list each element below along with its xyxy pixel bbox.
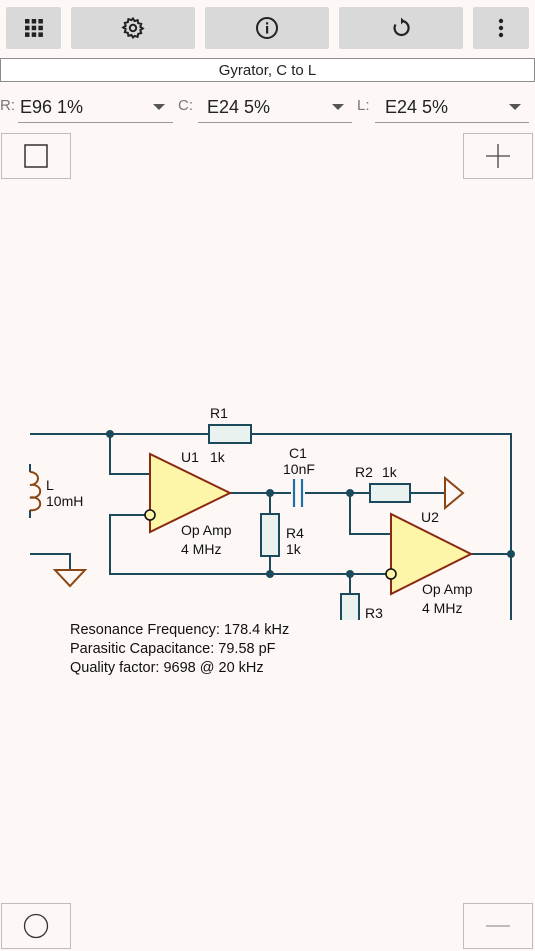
minus-icon: [486, 925, 510, 927]
chevron-down-icon: [332, 104, 344, 110]
capacitor-c1[interactable]: [292, 479, 304, 507]
c1-value: 10nF: [283, 461, 315, 477]
circuit-schematic: R1 1k U1 C1 10nF R2 1k U2 L 10mH Op Amp …: [29, 405, 515, 620]
inductor-series-label: L:: [357, 97, 370, 114]
circle-icon: [23, 913, 49, 939]
resistors: [208, 424, 411, 620]
r4-value: 1k: [286, 541, 302, 557]
inverting-input-marker: [144, 509, 156, 521]
resistor-r4[interactable]: [260, 513, 280, 557]
capacitor-series-label: C:: [178, 97, 193, 114]
resistor-series-dropdown[interactable]: E96 1%: [18, 90, 173, 123]
tolerance-selectors: R: E96 1% C: E24 5% L: E24 5%: [0, 86, 535, 126]
resistor-r2[interactable]: [369, 483, 411, 503]
l-value: 10mH: [46, 493, 83, 509]
resistor-series-value: E96 1%: [20, 97, 84, 117]
plus-icon: [486, 144, 510, 168]
capacitor-series-value: E24 5%: [207, 97, 271, 117]
r1-value: 1k: [210, 449, 226, 465]
opamp-u1[interactable]: [149, 452, 233, 534]
grid-menu-button[interactable]: [6, 7, 61, 49]
refresh-icon: [393, 17, 410, 37]
r2-value: 1k: [382, 464, 398, 480]
u2-type: Op Amp: [422, 581, 473, 597]
circuit-title: Gyrator, C to L: [0, 58, 535, 82]
grid-icon: [24, 19, 43, 37]
u2-speed: 4 MHz: [422, 600, 462, 616]
info-icon: [256, 17, 278, 39]
l-name: L: [46, 477, 54, 493]
r4-name: R4: [286, 525, 304, 541]
inductor-series-dropdown[interactable]: E24 5%: [375, 90, 529, 123]
ground-symbol: [52, 569, 88, 588]
toolbar: [0, 0, 535, 56]
quality-factor-text: Quality factor: 9698 @ 20 kHz: [70, 660, 264, 676]
resistor-r3[interactable]: [340, 593, 360, 620]
info-button[interactable]: [205, 7, 329, 49]
inductor-series-value: E24 5%: [385, 97, 449, 117]
more-button[interactable]: [473, 7, 529, 49]
u1-speed: 4 MHz: [181, 541, 221, 557]
ground-symbol: [444, 475, 465, 511]
inverting-input-marker: [385, 568, 397, 580]
settings-button[interactable]: [71, 7, 195, 49]
parasitic-capacitance-text: Parasitic Capacitance: 79.58 pF: [70, 641, 276, 657]
refresh-button[interactable]: [339, 7, 463, 49]
zoom-out-button[interactable]: [463, 903, 533, 949]
inductor-l[interactable]: [29, 471, 42, 512]
u2-name: U2: [421, 509, 439, 525]
zoom-in-button[interactable]: [463, 133, 533, 179]
circle-toggle-button[interactable]: [1, 903, 71, 949]
capacitor-series-dropdown[interactable]: E24 5%: [198, 90, 352, 123]
square-icon: [24, 144, 48, 168]
r3-name: R3: [365, 605, 383, 620]
chevron-down-icon: [153, 104, 165, 110]
chevron-down-icon: [509, 104, 521, 110]
c1-name: C1: [289, 445, 307, 461]
u1-type: Op Amp: [181, 522, 232, 538]
r1-name: R1: [210, 405, 228, 421]
resistor-r1[interactable]: [208, 424, 252, 444]
resistor-series-label: R:: [0, 97, 15, 114]
u1-name: U1: [181, 449, 199, 465]
more-vertical-icon: [498, 18, 504, 38]
r2-name: R2: [355, 464, 373, 480]
gear-icon: [121, 16, 145, 40]
select-toggle-button[interactable]: [1, 133, 71, 179]
resonance-frequency-text: Resonance Frequency: 178.4 kHz: [70, 622, 290, 638]
